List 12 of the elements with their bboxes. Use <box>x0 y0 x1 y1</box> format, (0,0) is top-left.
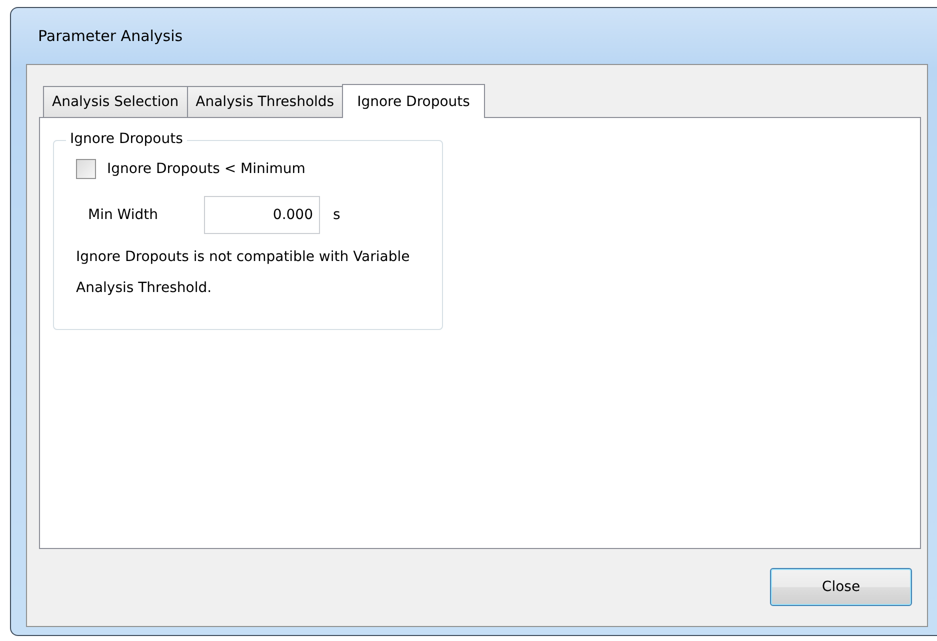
compatibility-note: Ignore Dropouts is not compatible with Variable Analysis Threshold. <box>76 248 411 298</box>
tab[interactable]: Analysis Selection <box>43 86 188 117</box>
min-width-label: Min Width <box>88 207 159 223</box>
min-width-field[interactable]: 0.000 <box>204 196 320 234</box>
ignore-dropouts-checkbox[interactable]: Ignore Dropouts < Minimum <box>68 158 312 180</box>
checkbox-square[interactable] <box>76 159 96 179</box>
group-title: Ignore Dropouts <box>66 131 187 147</box>
window-title: Parameter Analysis <box>37 26 184 47</box>
close-button[interactable]: Close <box>770 568 912 606</box>
unit-label: s <box>333 207 340 223</box>
tab[interactable]: Analysis Thresholds <box>186 86 344 117</box>
tab[interactable]: Ignore Dropouts <box>342 84 485 118</box>
